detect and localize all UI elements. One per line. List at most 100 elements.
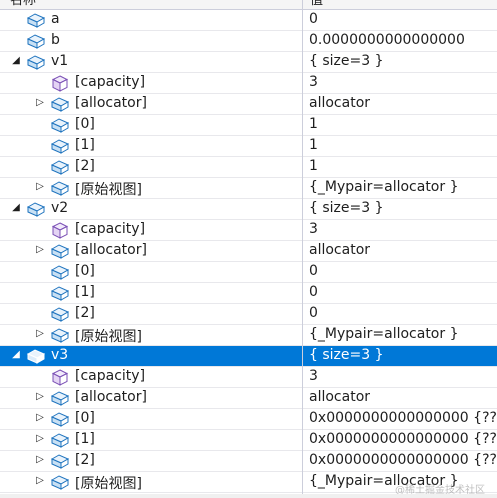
- collapsed-arrow-icon[interactable]: ▷: [34, 244, 46, 256]
- variable-icon: [50, 306, 70, 323]
- row-value[interactable]: 0: [309, 305, 318, 321]
- collapsed-arrow-icon[interactable]: ▷: [34, 391, 46, 403]
- column-divider[interactable]: [302, 0, 303, 498]
- variable-icon: [50, 432, 70, 449]
- watch-row[interactable]: a0: [0, 10, 497, 31]
- watch-row[interactable]: ◢ v2 { size=3 }: [0, 199, 497, 220]
- row-name: v1: [51, 53, 69, 69]
- property-icon: [51, 222, 69, 239]
- watch-row[interactable]: ◢ v1 { size=3 }: [0, 52, 497, 73]
- row-value[interactable]: 0: [309, 284, 318, 300]
- row-value[interactable]: 3: [309, 368, 318, 384]
- watch-row[interactable]: ▷ [0] 0x0000000000000000 {???}: [0, 409, 497, 430]
- row-name: [1]: [75, 137, 95, 153]
- variable-icon: [26, 348, 46, 365]
- variable-icon: [50, 285, 70, 302]
- row-value[interactable]: allocator: [309, 242, 370, 258]
- expanded-arrow-icon[interactable]: ◢: [10, 349, 22, 361]
- variable-icon: [50, 327, 70, 344]
- row-name: [capacity]: [75, 221, 146, 237]
- watch-row[interactable]: ▷ [1] 0x0000000000000000 {???}: [0, 430, 497, 451]
- watch-row[interactable]: ▷ [allocator] allocator: [0, 388, 497, 409]
- row-name: [allocator]: [75, 389, 147, 405]
- collapsed-arrow-icon[interactable]: ▷: [34, 433, 46, 445]
- collapsed-arrow-icon[interactable]: ▷: [34, 181, 46, 193]
- row-name: [allocator]: [75, 242, 147, 258]
- watch-row[interactable]: ▷ [原始视图] {_Mypair=allocator }: [0, 325, 497, 346]
- variable-icon: [50, 453, 70, 470]
- row-name: [1]: [75, 431, 95, 447]
- row-value[interactable]: { size=3 }: [309, 200, 384, 216]
- row-value[interactable]: { size=3 }: [309, 53, 384, 69]
- watch-row[interactable]: [2] 0: [0, 304, 497, 325]
- row-name: [原始视图]: [75, 329, 142, 345]
- watch-row[interactable]: [0] 0: [0, 262, 497, 283]
- variable-icon: [26, 201, 46, 218]
- collapsed-arrow-icon[interactable]: ▷: [34, 97, 46, 109]
- variable-icon: [50, 390, 70, 407]
- variable-icon: [26, 33, 46, 50]
- collapsed-arrow-icon[interactable]: ▷: [34, 412, 46, 424]
- variable-icon: [50, 411, 70, 428]
- property-icon: [51, 75, 69, 92]
- variable-icon: [50, 159, 70, 176]
- row-value[interactable]: allocator: [309, 95, 370, 111]
- watch-row[interactable]: ▷ [allocator] allocator: [0, 94, 497, 115]
- row-value[interactable]: 1: [309, 116, 318, 132]
- variable-icon: [50, 243, 70, 260]
- variable-icon: [50, 96, 70, 113]
- row-value[interactable]: 0: [309, 11, 318, 27]
- variable-icon: [26, 54, 46, 71]
- row-name: v2: [51, 200, 69, 216]
- value-column-header[interactable]: 值: [310, 0, 323, 8]
- row-name: [2]: [75, 158, 95, 174]
- collapsed-arrow-icon[interactable]: ▷: [34, 454, 46, 466]
- variable-icon: [50, 138, 70, 155]
- watch-window: 名称 值 a 0 b 0.0000000000000000 ◢ v1{ size=3 }[…: [0, 0, 497, 498]
- row-name: [allocator]: [75, 95, 147, 111]
- expanded-arrow-icon[interactable]: ◢: [10, 55, 22, 67]
- watch-row[interactable]: ▷ [原始视图] {_Mypair=allocator }: [0, 178, 497, 199]
- variable-icon: [26, 12, 46, 29]
- row-name: a: [51, 11, 60, 27]
- row-value[interactable]: 3: [309, 74, 318, 90]
- row-name: [2]: [75, 452, 95, 468]
- row-name: b: [51, 32, 60, 48]
- row-value[interactable]: 0: [309, 263, 318, 279]
- row-name: [0]: [75, 263, 95, 279]
- watch-row[interactable]: ▷ [allocator] allocator: [0, 241, 497, 262]
- expanded-arrow-icon[interactable]: ◢: [10, 202, 22, 214]
- row-value[interactable]: { size=3 }: [309, 347, 384, 363]
- name-column-header[interactable]: 名称: [10, 0, 36, 8]
- watch-row[interactable]: [capacity] 3: [0, 220, 497, 241]
- row-value[interactable]: 1: [309, 137, 318, 153]
- collapsed-arrow-icon[interactable]: ▷: [34, 328, 46, 340]
- row-value[interactable]: allocator: [309, 389, 370, 405]
- watch-row[interactable]: [0] 1: [0, 115, 497, 136]
- row-value[interactable]: 1: [309, 158, 318, 174]
- row-value[interactable]: 0x0000000000000000 {???}: [309, 431, 497, 447]
- watch-row[interactable]: b 0.0000000000000000: [0, 31, 497, 52]
- row-value[interactable]: 0x0000000000000000 {???}: [309, 452, 497, 468]
- row-value[interactable]: {_Mypair=allocator }: [309, 179, 458, 195]
- watch-row[interactable]: [capacity] 3: [0, 73, 497, 94]
- variable-icon: [50, 117, 70, 134]
- row-value[interactable]: {_Mypair=allocator }: [309, 326, 458, 342]
- watch-row[interactable]: [capacity] 3: [0, 367, 497, 388]
- watch-row[interactable]: [1] 1: [0, 136, 497, 157]
- row-value[interactable]: 0.0000000000000000: [309, 32, 465, 48]
- row-name: v3: [51, 347, 69, 363]
- watch-row[interactable]: ◢ v3 { size=3 }: [0, 346, 497, 367]
- row-name: [0]: [75, 410, 95, 426]
- collapsed-arrow-icon[interactable]: ▷: [34, 475, 46, 487]
- row-value[interactable]: 3: [309, 221, 318, 237]
- row-value[interactable]: 0x0000000000000000 {???}: [309, 410, 497, 426]
- watch-row[interactable]: [1] 0: [0, 283, 497, 304]
- variable-icon: [50, 264, 70, 281]
- bottom-strip: [0, 494, 497, 498]
- row-name: [capacity]: [75, 74, 146, 90]
- row-name: [2]: [75, 305, 95, 321]
- column-header: 名称 值: [0, 0, 497, 10]
- watch-row[interactable]: ▷ [2] 0x0000000000000000 {???}: [0, 451, 497, 472]
- watch-row[interactable]: [2] 1: [0, 157, 497, 178]
